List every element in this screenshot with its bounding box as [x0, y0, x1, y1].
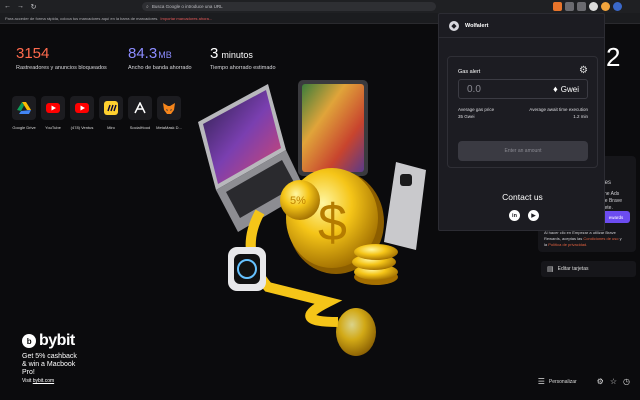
avg-gas-label: Average gas price: [458, 107, 495, 112]
stat-trackers: 3154 Rastreadores y anuncios bloqueados: [16, 45, 128, 71]
import-bookmarks-link[interactable]: Importar marcadores ahora...: [160, 16, 212, 21]
time-label: Tiempo ahorrado estimado: [210, 65, 276, 71]
shortcut-google-drive[interactable]: Google Drive: [12, 96, 36, 130]
shortcut-miro[interactable]: Miro: [99, 96, 123, 130]
time-unit: minutos: [221, 50, 253, 60]
google-drive-icon: [17, 102, 31, 114]
gas-unit-label: Gwei: [560, 84, 579, 94]
extension-icon[interactable]: [577, 2, 586, 11]
linkedin-icon[interactable]: in: [509, 210, 520, 221]
svg-text:$: $: [318, 194, 347, 252]
metamask-icon: [163, 102, 175, 114]
bookmarks-icon[interactable]: ☆: [610, 377, 617, 386]
stat-time: 3 minutos Tiempo ahorrado estimado: [210, 45, 322, 71]
bandwidth-label: Ancho de banda ahorrado: [128, 65, 192, 71]
terms-link[interactable]: Condiciones de uso: [583, 236, 618, 241]
sponsor-link[interactable]: bybit.com: [33, 378, 54, 384]
wolfalert-extension-icon[interactable]: [589, 2, 598, 11]
customize-label: Personalizar: [548, 378, 577, 385]
socialhood-icon: [134, 102, 146, 114]
extension-bar: [553, 2, 622, 11]
wolfalert-popup: ◆ Wolfalert Gas alert ⚙ 0.0 ♦ Gwei Avera…: [438, 13, 605, 231]
gear-icon[interactable]: ⚙: [579, 65, 588, 76]
bandwidth-unit: MB: [158, 50, 172, 60]
privacy-link[interactable]: Política de privacidad.: [548, 242, 587, 247]
trackers-label: Rastreadores y anuncios bloqueados: [16, 65, 107, 71]
enter-amount-button[interactable]: Enter an amount: [458, 141, 588, 161]
brave-shields-icon[interactable]: [553, 2, 562, 11]
shortcut-socialhood[interactable]: SocialHood: [128, 96, 152, 130]
bybit-logo: b bybit: [22, 332, 82, 350]
bybit-brand: bybit: [39, 332, 75, 349]
forward-icon[interactable]: →: [15, 1, 26, 12]
stats-row: 3154 Rastreadores y anuncios bloqueados …: [16, 45, 322, 71]
reload-icon[interactable]: ↻: [28, 1, 39, 12]
shortcut-label: Google Drive: [12, 125, 36, 130]
profile-avatar[interactable]: [613, 2, 622, 11]
start-rewards-button[interactable]: ewards: [602, 211, 630, 223]
bottom-controls: ☰ Personalizar ⚙ ☆ ◷: [538, 377, 630, 386]
svg-text:5%: 5%: [290, 195, 306, 207]
sponsor-tagline: Get 5% cashback & win a Macbook Pro!: [22, 353, 77, 376]
shortcut-label: Miro: [107, 125, 115, 130]
back-icon[interactable]: ←: [2, 1, 13, 12]
sponsor-link-line[interactable]: Visit bybit.com: [22, 378, 82, 384]
contact-label: Contact us: [502, 192, 543, 202]
youtube-icon: [75, 103, 89, 113]
tablet-image: [298, 80, 368, 176]
address-bar[interactable]: ⌕ Busca Google o introduce una URL: [142, 2, 436, 11]
rewards-card-footer: Rewards, aceptas las Condiciones de uso …: [544, 236, 622, 241]
history-icon[interactable]: ◷: [623, 377, 630, 386]
rewards-card-line: ne Ads: [604, 191, 620, 197]
wolf-logo-icon: ◆: [449, 20, 459, 31]
gas-amount-input[interactable]: 0.0 ♦ Gwei: [458, 79, 588, 99]
top-sites: Google Drive YouTube (478) Ventus Miro S…: [12, 96, 182, 130]
time-value: 3: [210, 45, 219, 62]
youtube-icon: [46, 103, 60, 113]
popup-header: ◆ Wolfalert: [439, 14, 604, 38]
clock-partial: 2: [606, 42, 621, 72]
bookmarks-bar-hint: Para acceder de forma rápida, coloca tus…: [5, 15, 159, 21]
shortcut-youtube[interactable]: YouTube: [41, 96, 65, 130]
edit-cards-label: Editar tarjetas: [557, 266, 589, 272]
gas-stats-labels: Average gas price Average await time exe…: [458, 107, 588, 112]
trackers-value: 3154: [16, 45, 50, 62]
watch-image: [228, 247, 266, 291]
shortcut-ventus[interactable]: (478) Ventus: [70, 96, 94, 130]
gas-alert-card: Gas alert ⚙ 0.0 ♦ Gwei Average gas price…: [447, 56, 598, 168]
gas-unit: ♦ Gwei: [553, 84, 579, 94]
bybit-logo-icon: b: [22, 334, 36, 348]
shortcut-label: YouTube: [45, 125, 61, 130]
sponsor-link-prefix: Visit: [22, 378, 32, 384]
miro-icon: [104, 101, 118, 115]
extension-icon[interactable]: [565, 2, 574, 11]
background-image: $ 5%: [198, 80, 426, 356]
gas-stats-values: 35 Gwei 1.2 min: [458, 114, 588, 119]
shortcut-label: (478) Ventus: [70, 125, 94, 130]
edit-cards-button[interactable]: ▤ Editar tarjetas: [541, 261, 636, 277]
address-bar-placeholder: Busca Google o introduce una URL: [151, 4, 223, 9]
ethereum-icon: ♦: [553, 84, 558, 94]
gas-alert-label: Gas alert: [458, 69, 481, 75]
wait-label: Average await time execution: [529, 107, 588, 112]
bandwidth-value: 84.3: [128, 45, 158, 62]
popup-title: Wolfalert: [465, 22, 489, 29]
search-icon: ⌕: [146, 3, 149, 10]
gas-input-placeholder: 0.0: [467, 83, 481, 95]
customize-button[interactable]: ☰ Personalizar: [538, 377, 577, 386]
sponsored-image-credit[interactable]: b bybit Get 5% cashback & win a Macbook …: [22, 332, 82, 384]
rewards-card-footer: la Política de privacidad.: [544, 242, 588, 247]
browser-toolbar: ← → ↻ ⌕ Busca Google o introduce una URL: [0, 0, 640, 13]
avg-gas-value: 35 Gwei: [458, 114, 475, 119]
extension-icon[interactable]: [601, 2, 610, 11]
sliders-icon: ☰: [537, 377, 545, 386]
edit-icon: ▤: [547, 266, 554, 273]
shortcut-label: SocialHood: [129, 125, 151, 130]
settings-icon[interactable]: ⚙: [597, 377, 604, 386]
wait-value: 1.2 min: [573, 114, 588, 119]
social-links: in ▶: [509, 210, 539, 221]
youtube-icon[interactable]: ▶: [528, 210, 539, 221]
stat-bandwidth: 84.3 MB Ancho de banda ahorrado: [128, 45, 210, 71]
phone-image: [384, 162, 426, 250]
